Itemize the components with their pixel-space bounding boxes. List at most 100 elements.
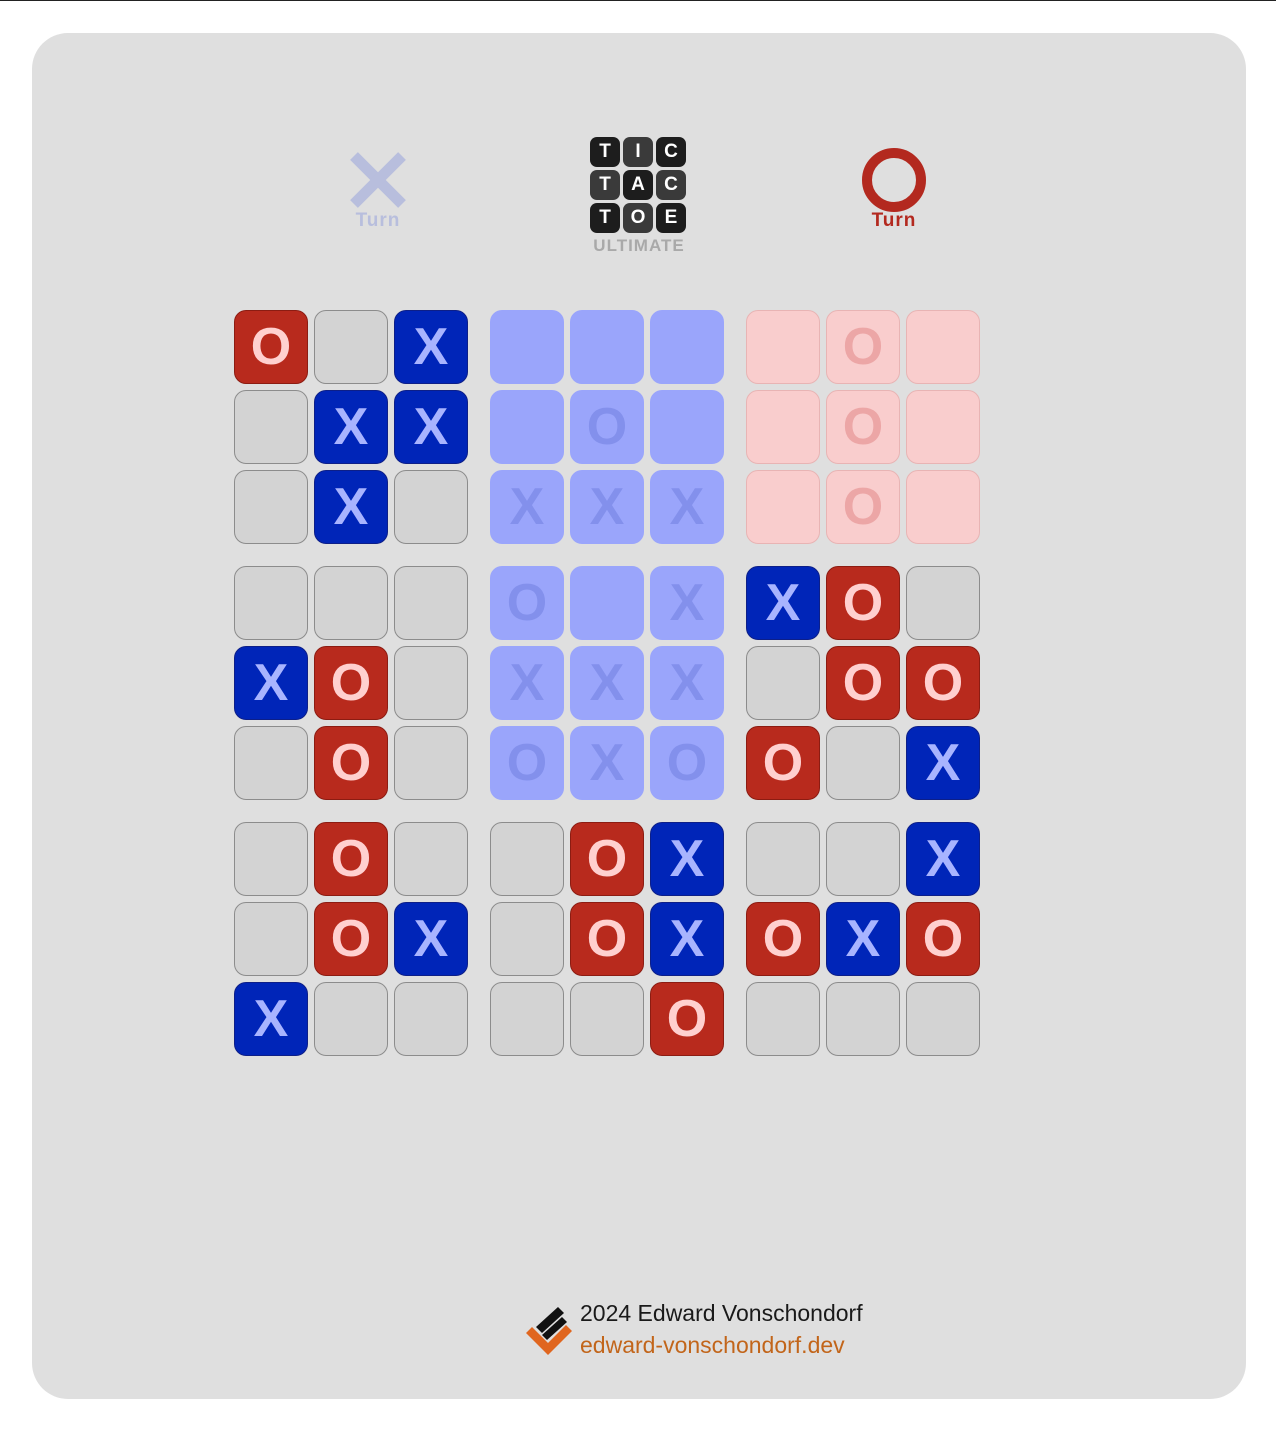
board-cell-o[interactable]: O xyxy=(650,726,724,800)
board-cell-empty[interactable] xyxy=(394,566,468,640)
board-cell-o[interactable]: O xyxy=(490,726,564,800)
developer-site-link[interactable]: edward-vonschondorf.dev xyxy=(580,1329,863,1361)
board-cell-x[interactable]: X xyxy=(490,470,564,544)
board-cell-empty[interactable] xyxy=(490,982,564,1056)
logo-tile: T xyxy=(590,137,620,167)
x-mark-icon xyxy=(328,148,428,212)
board-cell-o[interactable]: O xyxy=(314,902,388,976)
copyright-text: 2024 Edward Vonschondorf xyxy=(580,1300,863,1326)
sub-board: OOO xyxy=(746,310,980,550)
board-cell-o[interactable]: O xyxy=(570,390,644,464)
board-cell-empty[interactable] xyxy=(394,822,468,896)
board-cell-empty[interactable] xyxy=(490,822,564,896)
o-mark-icon xyxy=(844,148,944,212)
board-cell-o[interactable]: O xyxy=(490,566,564,640)
board-cell-empty[interactable] xyxy=(826,822,900,896)
board-cell-x[interactable]: X xyxy=(394,310,468,384)
board-cell-empty[interactable] xyxy=(490,902,564,976)
board-cell-o[interactable]: O xyxy=(746,902,820,976)
board-cell-x[interactable]: X xyxy=(234,646,308,720)
board-cell-o[interactable]: O xyxy=(570,902,644,976)
board-cell-empty[interactable] xyxy=(746,982,820,1056)
board-cell-o[interactable]: O xyxy=(746,726,820,800)
board-cell-empty[interactable] xyxy=(906,470,980,544)
board-cell-o[interactable]: O xyxy=(314,726,388,800)
player-o-turn-indicator: Turn xyxy=(844,148,944,232)
board-cell-x[interactable]: X xyxy=(314,470,388,544)
board-cell-x[interactable]: X xyxy=(570,726,644,800)
board-cell-empty[interactable] xyxy=(394,982,468,1056)
board-cell-empty[interactable] xyxy=(746,470,820,544)
board-cell-empty[interactable] xyxy=(746,390,820,464)
tic-tac-toe-logo: TICTACTOE ULTIMATE xyxy=(588,137,688,256)
board-cell-empty[interactable] xyxy=(746,310,820,384)
board-cell-empty[interactable] xyxy=(234,390,308,464)
board-cell-empty[interactable] xyxy=(746,646,820,720)
board-cell-empty[interactable] xyxy=(234,566,308,640)
board-cell-empty[interactable] xyxy=(314,982,388,1056)
board-cell-o[interactable]: O xyxy=(826,566,900,640)
logo-tile: O xyxy=(623,203,653,233)
board-cell-o[interactable]: O xyxy=(826,470,900,544)
board-cell-x[interactable]: X xyxy=(826,902,900,976)
board-cell-empty[interactable] xyxy=(826,982,900,1056)
board-cell-o[interactable]: O xyxy=(234,310,308,384)
board-cell-x[interactable]: X xyxy=(314,390,388,464)
board-cell-o[interactable]: O xyxy=(314,646,388,720)
board-cell-empty[interactable] xyxy=(570,566,644,640)
footer: 2024 Edward Vonschondorf edward-vonschon… xyxy=(524,1297,863,1361)
board-cell-empty[interactable] xyxy=(650,390,724,464)
board-cell-o[interactable]: O xyxy=(650,982,724,1056)
board-cell-x[interactable]: X xyxy=(394,902,468,976)
board-cell-empty[interactable] xyxy=(746,822,820,896)
board-cell-empty[interactable] xyxy=(314,566,388,640)
board-cell-empty[interactable] xyxy=(234,822,308,896)
board-cell-x[interactable]: X xyxy=(906,726,980,800)
board-cell-x[interactable]: X xyxy=(650,646,724,720)
logo-tile: E xyxy=(656,203,686,233)
board-cell-empty[interactable] xyxy=(234,902,308,976)
board-cell-x[interactable]: X xyxy=(746,566,820,640)
logo-tile: C xyxy=(656,170,686,200)
board-cell-empty[interactable] xyxy=(650,310,724,384)
board-cell-empty[interactable] xyxy=(490,390,564,464)
board-cell-x[interactable]: X xyxy=(650,470,724,544)
board-cell-empty[interactable] xyxy=(490,310,564,384)
board-cell-x[interactable]: X xyxy=(570,646,644,720)
board-cell-x[interactable]: X xyxy=(650,822,724,896)
sub-board: XOOOOX xyxy=(746,566,980,806)
board-cell-empty[interactable] xyxy=(394,470,468,544)
board-cell-empty[interactable] xyxy=(570,310,644,384)
board-cell-o[interactable]: O xyxy=(570,822,644,896)
board-cell-x[interactable]: X xyxy=(570,470,644,544)
board-cell-empty[interactable] xyxy=(906,982,980,1056)
board-cell-empty[interactable] xyxy=(394,646,468,720)
board-cell-o[interactable]: O xyxy=(826,390,900,464)
board-cell-empty[interactable] xyxy=(394,726,468,800)
board-cell-empty[interactable] xyxy=(234,726,308,800)
board-cell-o[interactable]: O xyxy=(906,902,980,976)
board-cell-empty[interactable] xyxy=(906,310,980,384)
board-cell-o[interactable]: O xyxy=(314,822,388,896)
board-cell-x[interactable]: X xyxy=(650,566,724,640)
board-cell-x[interactable]: X xyxy=(234,982,308,1056)
board-cell-x[interactable]: X xyxy=(490,646,564,720)
player-x-turn-indicator: Turn xyxy=(328,148,428,232)
board-cell-x[interactable]: X xyxy=(394,390,468,464)
board-cell-empty[interactable] xyxy=(906,390,980,464)
board-cell-o[interactable]: O xyxy=(906,646,980,720)
board-cell-empty[interactable] xyxy=(906,566,980,640)
board-cell-empty[interactable] xyxy=(234,470,308,544)
board-cell-o[interactable]: O xyxy=(826,310,900,384)
board-cell-empty[interactable] xyxy=(314,310,388,384)
logo-subtitle: ULTIMATE xyxy=(593,236,685,255)
board-cell-x[interactable]: X xyxy=(650,902,724,976)
board-cell-x[interactable]: X xyxy=(906,822,980,896)
board-cell-empty[interactable] xyxy=(826,726,900,800)
board-cell-empty[interactable] xyxy=(570,982,644,1056)
ultimate-board: OXXXXOXXXOOOXOOOXXXXOXOXOOOOXOOXXOXOXOXO… xyxy=(234,310,980,1062)
board-cell-o[interactable]: O xyxy=(826,646,900,720)
developer-logo-icon xyxy=(526,1307,572,1355)
sub-board: OXXX xyxy=(490,310,724,550)
logo-tile: I xyxy=(623,137,653,167)
